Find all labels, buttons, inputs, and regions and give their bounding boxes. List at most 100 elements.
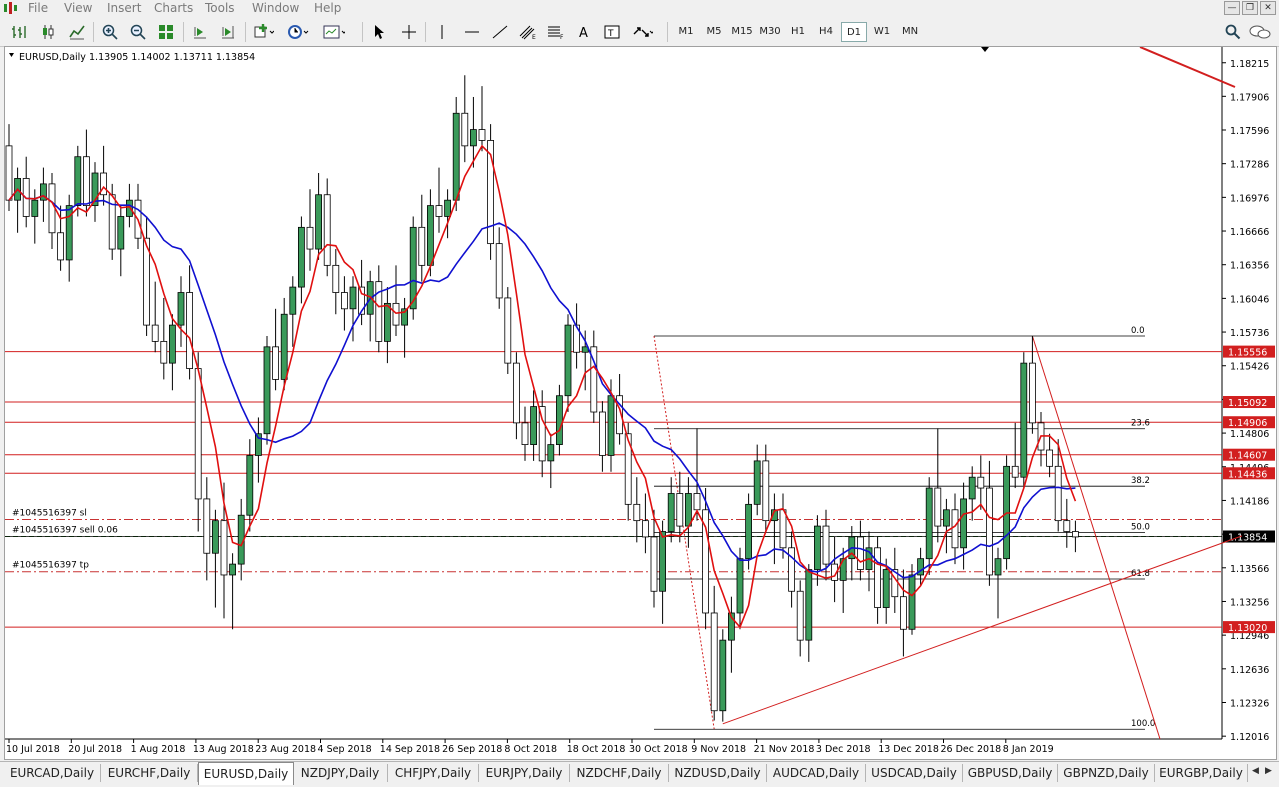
zoom-out-icon[interactable] [127,21,149,43]
tab-gbpnzd[interactable]: GBPNZD,Daily [1058,764,1155,782]
level-price-label: 1.15092 [1228,398,1267,409]
candle-body [220,520,228,576]
chat-icon[interactable] [1249,21,1271,43]
tab-audcad[interactable]: AUDCAD,Daily [767,764,866,782]
timeframe-m1[interactable]: M1 [673,22,699,42]
autoscroll-icon[interactable] [189,21,211,43]
menu-insert[interactable]: Insert [107,1,141,15]
tab-usdcad[interactable]: USDCAD,Daily [866,764,963,782]
timeframe-m30[interactable]: M30 [757,22,783,42]
cursor-icon[interactable] [368,21,390,43]
tab-eurjpy[interactable]: EURJPY,Daily [479,764,570,782]
candle-body [839,558,847,581]
candle-body [469,129,477,147]
close-icon[interactable]: ✕ [1260,1,1276,15]
arrows-icon[interactable] [631,21,653,43]
price-tick-label: 1.17596 [1230,126,1269,137]
tab-chfjpy[interactable]: CHFJPY,Daily [388,764,479,782]
candle-body [874,547,881,608]
trendline-icon[interactable] [489,21,511,43]
candle-body [642,520,649,538]
zoom-in-icon[interactable] [99,21,121,43]
app-logo-icon [4,2,17,14]
timeframe-h1[interactable]: H1 [785,22,811,42]
date-tick-label: 8 Jan 2019 [1003,744,1054,755]
periods-clock-icon[interactable] [287,21,309,43]
timeframe-m5[interactable]: M5 [701,22,727,42]
timeframe-d1[interactable]: D1 [841,22,867,42]
candle-body [667,493,675,532]
menu-help[interactable]: Help [314,1,341,15]
candle-body [452,112,460,201]
menu-charts[interactable]: Charts [154,1,193,15]
price-tick-label: 1.18215 [1230,59,1269,70]
fast-moving-average [8,144,1077,629]
horizontal-line-icon[interactable] [461,21,483,43]
menu-view[interactable]: View [64,1,92,15]
candle-body [951,509,959,549]
tab-nzdchf[interactable]: NZDCHF,Daily [570,764,669,782]
candle-body [461,112,469,147]
candle-body [702,509,709,614]
menu-tools[interactable]: Tools [205,1,235,15]
date-tick-label: 13 Dec 2018 [878,744,939,755]
candle-body [762,460,770,522]
date-tick-label: 3 Dec 2018 [816,744,871,755]
timeframe-h4[interactable]: H4 [813,22,839,42]
timeframe-w1[interactable]: W1 [869,22,895,42]
vertical-line-icon[interactable] [431,21,453,43]
fibonacci-icon[interactable]: F [545,21,567,43]
candle-body [151,324,159,342]
svg-text:T: T [607,29,614,39]
candle-body [383,302,391,342]
chart-window[interactable]: 1.18215 1.17906 1.17596 1.17286 1.16976 1.166… [4,46,1277,760]
text-label-icon[interactable]: T [601,21,623,43]
tab-eurchf[interactable]: EURCHF,Daily [101,764,198,782]
equidistant-channel-icon[interactable]: E [517,21,539,43]
candle-body [203,498,211,554]
indicators-icon[interactable] [253,21,275,43]
candle-body [117,216,125,250]
tab-gbpusd[interactable]: GBPUSD,Daily [963,764,1058,782]
tab-scroll-right-icon[interactable]: ▶ [1265,766,1272,776]
chart-shift-icon[interactable] [217,21,239,43]
candle-body [177,292,185,326]
line-chart-icon[interactable] [66,21,88,43]
level-price-label: 1.14607 [1228,451,1267,462]
candlestick-icon[interactable] [38,21,60,43]
candle-body [788,547,795,592]
tab-nzdusd[interactable]: NZDUSD,Daily [669,764,767,782]
menu-window[interactable]: Window [252,1,299,15]
templates-icon[interactable] [323,21,345,43]
timeframe-mn[interactable]: MN [897,22,923,42]
restore-icon[interactable]: ❐ [1242,1,1258,15]
minimize-icon[interactable]: — [1224,1,1240,15]
search-icon[interactable] [1222,21,1244,43]
candle-body [211,520,219,554]
tab-scroll-left-icon[interactable]: ◀ [1252,766,1259,776]
svg-text:F: F [560,34,564,40]
price-chart[interactable]: 1.18215 1.17906 1.17596 1.17286 1.16976 1.166… [5,47,1276,759]
tab-eurgbp[interactable]: EURGBP,Daily [1155,764,1248,782]
tab-eurcad[interactable]: EURCAD,Daily [4,764,101,782]
candle-body [659,531,666,592]
tab-nzdjpy[interactable]: NZDJPY,Daily [293,764,388,782]
tab-eurusd[interactable]: EURUSD,Daily [198,762,294,785]
bar-chart-icon[interactable] [8,21,30,43]
candle-body [547,444,555,462]
price-tick-label: 1.13566 [1230,564,1269,575]
candle-body [495,243,503,299]
order-line-label: #1045516397 tp [12,561,89,571]
text-tool-icon[interactable]: A [573,21,595,43]
level-price-label: 1.14436 [1228,469,1267,480]
candle-body [48,183,56,234]
tile-windows-icon[interactable] [155,21,177,43]
price-tick-label: 1.12016 [1230,732,1269,743]
toolbar: E F A T M1 M5 M15 M30 H1 H4 D1 W1 MN [0,18,1279,47]
timeframe-m15[interactable]: M15 [729,22,755,42]
candle-body [925,487,933,560]
menu-file[interactable]: File [28,1,48,15]
chart-symbol-label: EURUSD,Daily [19,52,86,63]
fibonacci-level-label: 50.0 [1131,523,1150,533]
crosshair-icon[interactable] [398,21,420,43]
